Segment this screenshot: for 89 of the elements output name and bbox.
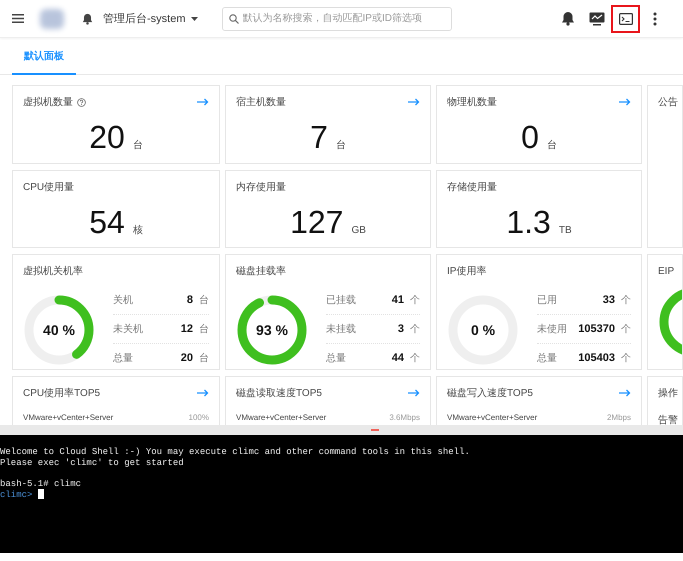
row-label: 未挂载 (326, 322, 357, 336)
row-value: 3 (398, 323, 404, 335)
logo-placeholder (40, 8, 64, 28)
ranking-name: VMware+vCenter+Server (236, 413, 326, 422)
monitor-chart-icon (588, 12, 604, 26)
arrow-right-icon[interactable] (619, 98, 631, 106)
stat-unit: 台 (132, 138, 143, 152)
card-title: 物理机数量 (447, 96, 497, 109)
card-title: 磁盘写入速度TOP5 (447, 386, 533, 400)
row-value: 12 (180, 323, 193, 335)
card-title: 磁盘读取速度TOP5 (236, 386, 322, 400)
card-title: 虚拟机关机率 (23, 264, 83, 278)
ranking-value: 3.6Mbps (389, 413, 420, 422)
row-unit: 个 (410, 323, 420, 336)
row-value: 105403 (578, 352, 615, 364)
arrow-right-icon[interactable] (619, 389, 631, 397)
stat-value: 20 (89, 121, 125, 153)
row-unit: 个 (410, 294, 420, 307)
card-title: EIP (658, 266, 674, 276)
row-unit: 个 (621, 352, 631, 365)
arrow-right-icon[interactable] (197, 389, 209, 397)
terminal-icon (618, 12, 632, 24)
help-icon[interactable] (77, 98, 86, 106)
arrow-right-icon[interactable] (408, 98, 420, 106)
stat-unit: 核 (132, 224, 143, 237)
row-label: 已挂载 (326, 294, 357, 307)
menu-icon[interactable] (12, 14, 24, 23)
card-title: CPU使用率TOP5 (23, 386, 100, 400)
terminal-output: Welcome to Cloud Shell :-) You may execute climc and other command tools in this shell. (0, 447, 470, 458)
terminal-command: bash-5.1# climc (0, 478, 82, 489)
row-unit: 台 (199, 322, 209, 336)
donut-percent: 93 % (256, 322, 288, 338)
row-unit: 台 (199, 352, 209, 365)
card-title: 内存使用量 (236, 180, 286, 194)
ranking-name: VMware+vCenter+Server (23, 413, 114, 422)
card-title: 存储使用量 (447, 180, 497, 194)
row-value: 8 (186, 294, 193, 306)
row-value: 33 (602, 294, 615, 306)
row-value: 41 (392, 294, 404, 306)
row-unit: 个 (621, 323, 631, 336)
stat-unit: TB (558, 225, 572, 236)
ranking-name: 告警 (658, 414, 678, 425)
card-title: IP使用率 (447, 264, 486, 278)
card-title: 宿主机数量 (236, 96, 286, 109)
card-title: 虚拟机数量 (23, 96, 73, 109)
stat-unit: 台 (336, 138, 346, 152)
row-value: 44 (392, 352, 404, 364)
bell-icon (560, 11, 574, 26)
row-label: 未使用 (537, 322, 568, 336)
stat-unit: 台 (546, 138, 557, 152)
row-label: 总量 (326, 352, 347, 365)
card-title: 操作 (658, 387, 678, 400)
stat-value: 1.3 (506, 206, 551, 238)
resize-handle[interactable] (371, 429, 379, 431)
search-icon (228, 14, 238, 24)
row-unit: 个 (410, 352, 420, 365)
row-value: 105370 (578, 323, 615, 335)
arrow-right-icon[interactable] (408, 389, 420, 397)
row-value: 20 (180, 352, 193, 364)
ranking-name: VMware+vCenter+Server (447, 413, 538, 422)
row-label: 关机 (113, 294, 134, 307)
terminal-panel[interactable]: Welcome to Cloud Shell :-) You may execute climc and other command tools in this shell. Please exec 'climc' to get started bash-5.1# climc climc> (0, 435, 683, 553)
row-label: 已用 (537, 294, 558, 307)
row-unit: 个 (621, 294, 631, 307)
arrow-right-icon[interactable] (197, 98, 209, 106)
project-selector[interactable]: 管理后台-system (99, 11, 202, 26)
donut-percent: 0 % (470, 322, 496, 338)
ranking-value: 100% (188, 413, 209, 422)
stat-value: 0 (521, 121, 539, 153)
terminal-prompt: climc> (0, 490, 32, 500)
row-label: 总量 (113, 352, 134, 365)
caret-icon (190, 16, 198, 20)
stat-value: 127 (290, 206, 344, 238)
stat-unit: GB (351, 225, 366, 236)
terminal-button[interactable] (611, 4, 640, 32)
card-title: 磁盘挂载率 (236, 264, 286, 278)
row-label: 总量 (537, 352, 558, 365)
search-field[interactable]: 默认为名称搜索，自动匹配IP或ID筛选项 (222, 6, 452, 30)
card-title: 公告 (658, 96, 678, 109)
bell-icon (82, 12, 93, 24)
donut-percent: 40 % (43, 322, 75, 338)
stat-value: 54 (89, 206, 125, 238)
card-title: CPU使用量 (23, 181, 74, 194)
ranking-value: 2Mbps (606, 413, 631, 422)
row-unit: 台 (199, 294, 209, 307)
terminal-output: Please exec 'climc' to get started (0, 458, 184, 468)
more-icon (652, 12, 656, 26)
stat-value: 7 (310, 121, 328, 153)
row-label: 未关机 (113, 322, 144, 336)
